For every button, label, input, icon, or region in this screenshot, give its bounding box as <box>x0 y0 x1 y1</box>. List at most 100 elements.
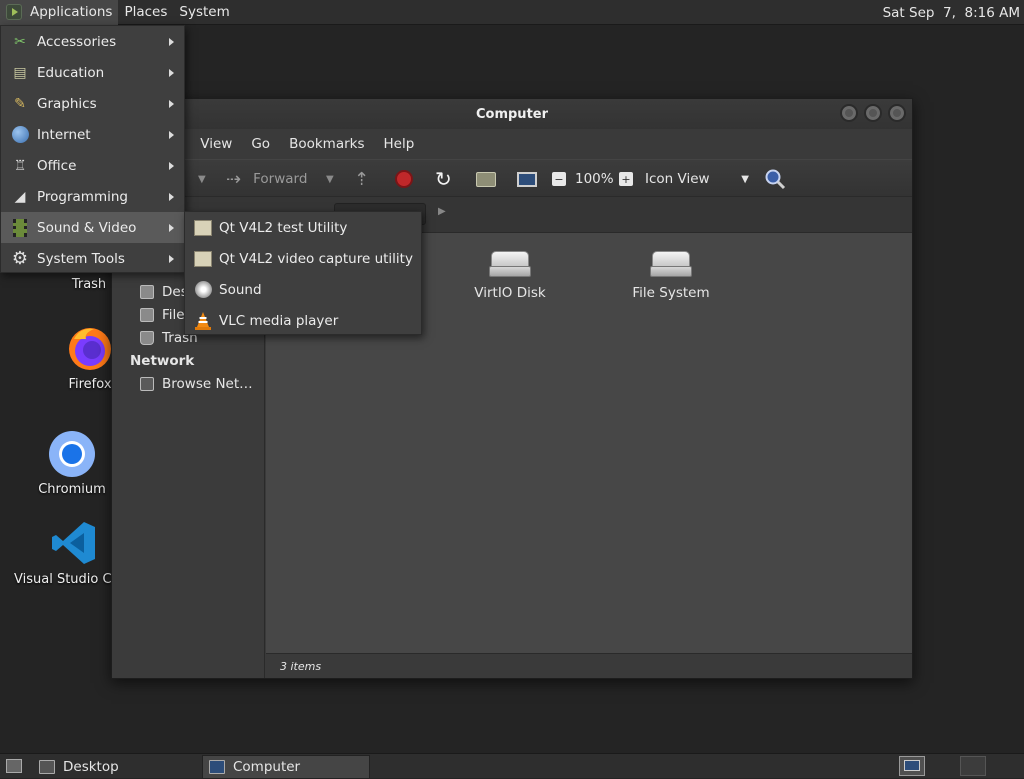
menu-item-graphics[interactable]: ✎ Graphics <box>1 88 184 119</box>
status-text: 3 items <box>280 660 321 673</box>
desktop-folder-icon <box>140 285 154 299</box>
system-menu-label: System <box>179 4 229 20</box>
applications-dropdown: ✂ Accessories ▤ Education ✎ Graphics Int… <box>0 25 185 273</box>
menu-item-system-tools[interactable]: ⚙ System Tools <box>1 243 184 274</box>
submenu-item-sound[interactable]: Sound <box>185 274 421 305</box>
chromium-icon <box>48 430 96 478</box>
workspace-monitor-icon <box>904 760 920 771</box>
clock[interactable]: Sat Sep 7, 8:16 AM <box>883 0 1020 25</box>
sidebar-item-desktop[interactable]: Des <box>140 284 188 300</box>
workspace-switcher[interactable] <box>899 756 925 776</box>
zoom-level[interactable]: 100% <box>575 160 614 198</box>
submenu-arrow-icon <box>169 224 174 232</box>
bottom-panel: Desktop Computer <box>0 753 1024 778</box>
firefox-icon <box>66 325 114 373</box>
generic-app-icon <box>193 249 213 269</box>
applications-menu-label: Applications <box>30 4 112 20</box>
submenu-arrow-icon <box>169 255 174 263</box>
search-button[interactable] <box>764 160 786 198</box>
menu-bookmarks[interactable]: Bookmarks <box>289 136 364 152</box>
computer-icon <box>517 172 537 187</box>
submenu-item-qt-v4l2-test[interactable]: Qt V4L2 test Utility <box>185 212 421 243</box>
menu-item-education[interactable]: ▤ Education <box>1 57 184 88</box>
desktop-icon-label: Chromium <box>37 482 107 497</box>
sidebar-item-browse-network[interactable]: Browse Net… <box>140 376 253 392</box>
zoom-out-button[interactable]: − <box>552 160 566 198</box>
stop-button[interactable] <box>395 160 413 198</box>
drive-icon <box>650 249 692 279</box>
submenu-item-qt-v4l2-capture[interactable]: Qt V4L2 video capture utility <box>185 243 421 274</box>
zoom-in-button[interactable]: + <box>619 160 633 198</box>
internet-globe-icon <box>10 125 30 145</box>
menu-item-label: Sound <box>219 282 262 298</box>
sound-video-submenu: Qt V4L2 test Utility Qt V4L2 video captu… <box>184 211 422 335</box>
menu-item-office[interactable]: ♖ Office <box>1 150 184 181</box>
menu-item-label: Sound & Video <box>37 220 136 236</box>
sidebar-network-header: Network <box>130 353 194 369</box>
file-item-label: VirtIO Disk <box>474 285 545 301</box>
places-menu-label: Places <box>124 4 167 20</box>
top-panel: Applications Places System Sat Sep 7, 8:… <box>0 0 1024 25</box>
breadcrumb-right-arrow-icon[interactable]: ▶ <box>438 206 446 217</box>
menu-view[interactable]: View <box>200 136 232 152</box>
reload-icon: ↻ <box>435 167 452 191</box>
office-icon: ♖ <box>10 156 30 176</box>
window-controls <box>840 104 906 122</box>
submenu-arrow-icon <box>169 193 174 201</box>
menu-help[interactable]: Help <box>384 136 415 152</box>
submenu-item-vlc[interactable]: VLC media player <box>185 305 421 336</box>
menu-item-label: VLC media player <box>219 313 338 329</box>
submenu-arrow-icon <box>169 38 174 46</box>
menu-item-label: Programming <box>37 189 128 205</box>
window-titlebar[interactable]: Computer <box>112 99 912 129</box>
file-item-file-system[interactable]: File System <box>621 249 721 301</box>
menu-item-label: Accessories <box>37 34 116 50</box>
file-item-label: File System <box>632 285 709 301</box>
taskbar-item-computer[interactable]: Computer <box>202 755 370 779</box>
view-mode-select[interactable]: Icon View ▼ <box>645 160 749 198</box>
stop-icon <box>395 170 413 188</box>
home-button[interactable] <box>476 160 496 198</box>
menu-item-accessories[interactable]: ✂ Accessories <box>1 26 184 57</box>
sidebar-item-filesystem[interactable]: File <box>140 307 185 323</box>
maximize-button[interactable] <box>864 104 882 122</box>
menu-item-programming[interactable]: ◢ Programming <box>1 181 184 212</box>
education-icon: ▤ <box>10 63 30 83</box>
chevron-down-icon: ▼ <box>741 174 749 185</box>
drive-icon <box>489 249 531 279</box>
forward-dropdown-icon[interactable]: ▼ <box>326 160 334 198</box>
show-desktop-button[interactable] <box>6 759 22 773</box>
forward-button[interactable]: ⇢ Forward <box>226 160 307 198</box>
computer-button[interactable] <box>517 160 537 198</box>
clock-text: Sat Sep 7, 8:16 AM <box>883 5 1020 21</box>
submenu-arrow-icon <box>169 131 174 139</box>
zoom-level-label: 100% <box>575 171 614 187</box>
submenu-arrow-icon <box>169 69 174 77</box>
status-bar: 3 items <box>266 653 912 678</box>
places-menu[interactable]: Places <box>118 0 173 25</box>
menu-item-internet[interactable]: Internet <box>1 119 184 150</box>
minimize-button[interactable] <box>840 104 858 122</box>
system-menu[interactable]: System <box>173 0 235 25</box>
trash-icon <box>140 331 154 345</box>
home-folder-icon <box>476 172 496 187</box>
file-item-virtio-disk[interactable]: VirtIO Disk <box>460 249 560 301</box>
vlc-cone-icon <box>193 311 213 331</box>
computer-icon <box>209 760 225 774</box>
up-button[interactable]: ⇡ <box>354 160 369 198</box>
reload-button[interactable]: ↻ <box>435 160 452 198</box>
close-button[interactable] <box>888 104 906 122</box>
workspace-indicator[interactable] <box>960 756 986 776</box>
zoom-out-icon: − <box>552 172 566 186</box>
network-icon <box>140 377 154 391</box>
toolbar: ▼ ⇢ Forward ▼ ⇡ ↻ − 100% + Icon View ▼ <box>112 159 912 197</box>
desktop-icon-chromium[interactable]: Chromium <box>37 430 107 497</box>
menu-go[interactable]: Go <box>251 136 270 152</box>
applications-menu[interactable]: Applications <box>0 0 118 25</box>
back-dropdown-icon[interactable]: ▼ <box>198 160 206 198</box>
programming-icon: ◢ <box>10 187 30 207</box>
menu-item-sound-video[interactable]: Sound & Video <box>1 212 184 243</box>
taskbar-item-desktop[interactable]: Desktop <box>33 755 201 779</box>
search-icon <box>764 168 786 190</box>
submenu-arrow-icon <box>169 162 174 170</box>
